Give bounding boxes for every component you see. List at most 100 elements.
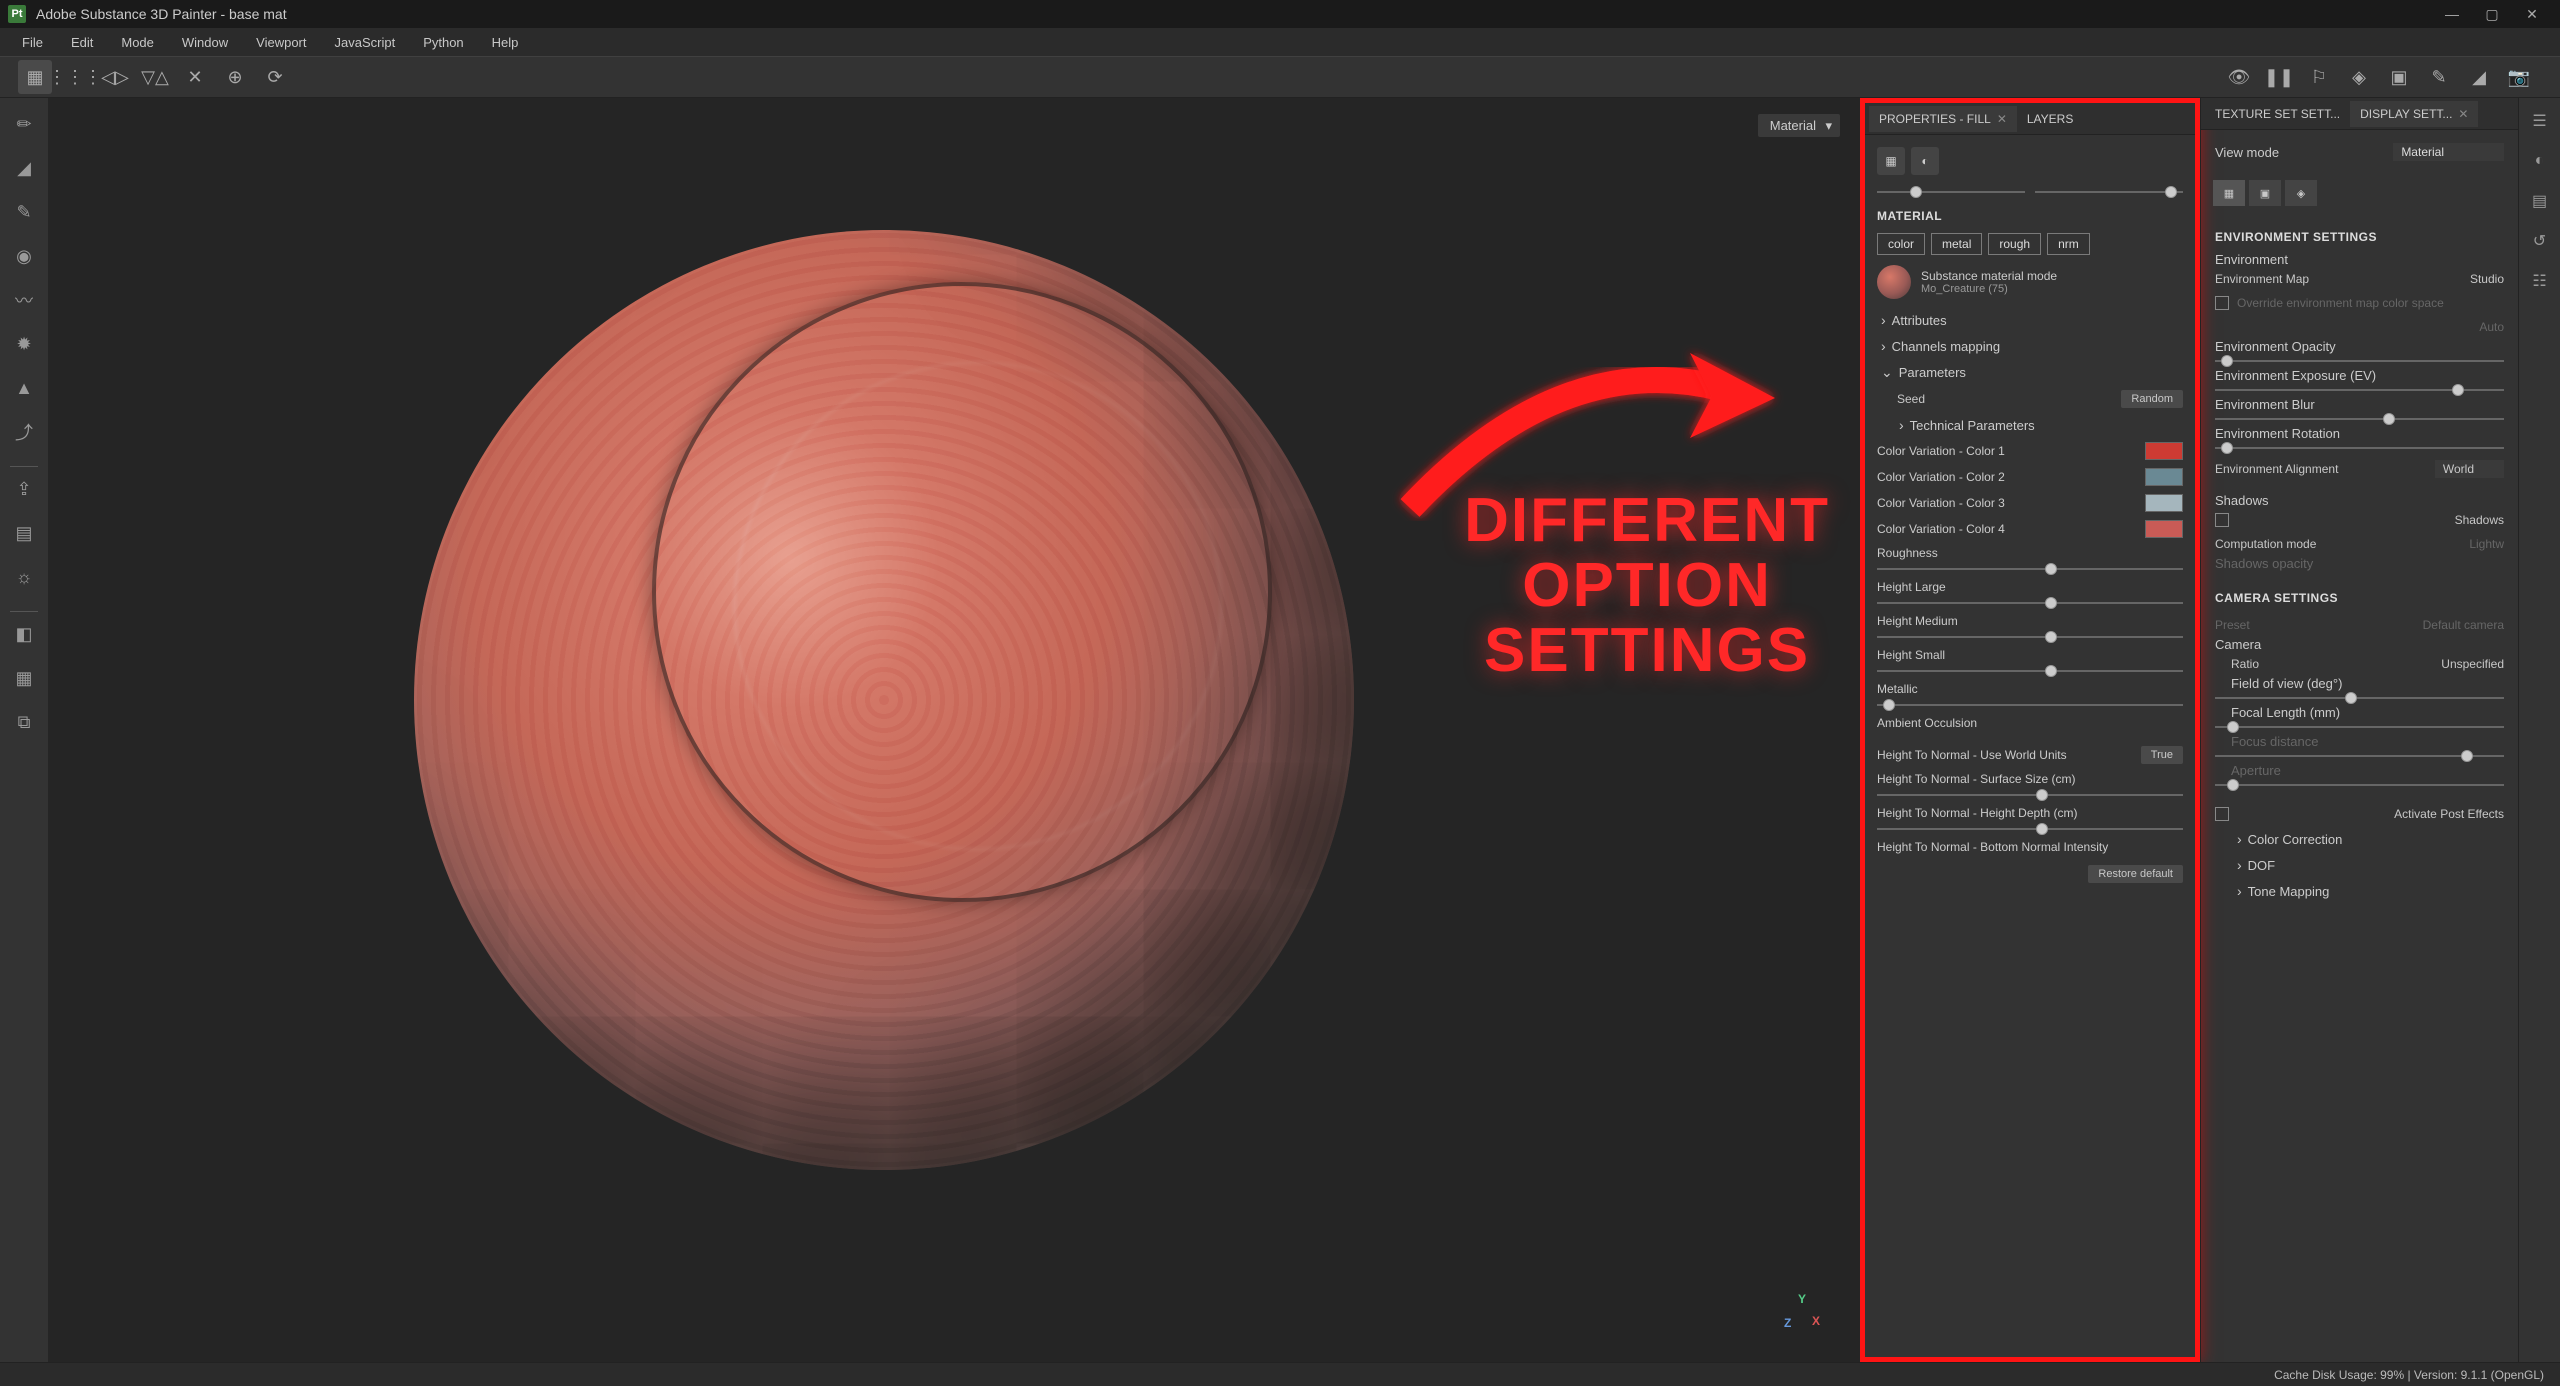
- close-icon[interactable]: ✕: [1997, 112, 2007, 126]
- channel-metal[interactable]: metal: [1931, 233, 1982, 255]
- height-small-slider[interactable]: [1877, 664, 2183, 678]
- rail-history-icon[interactable]: ↺: [2527, 228, 2553, 254]
- menu-edit[interactable]: Edit: [57, 31, 107, 54]
- tab-layers[interactable]: LAYERS: [2017, 106, 2083, 132]
- material-row[interactable]: Substance material mode Mo_Creature (75): [1877, 265, 2183, 299]
- smudge-icon[interactable]: 〰: [8, 284, 40, 316]
- toolbar-bake-icon[interactable]: ◢: [2462, 60, 2496, 94]
- env-alignment-value[interactable]: World: [2435, 460, 2504, 478]
- menu-file[interactable]: File: [8, 31, 57, 54]
- window-close[interactable]: ✕: [2512, 6, 2552, 23]
- path-icon[interactable]: ⤴: [8, 416, 40, 448]
- color-swatch-2[interactable]: [2145, 468, 2183, 486]
- display-sub-camera-icon[interactable]: ▣: [2249, 180, 2281, 206]
- tree-dof[interactable]: DOF: [2215, 852, 2504, 878]
- menu-javascript[interactable]: JavaScript: [320, 31, 409, 54]
- scale-slider[interactable]: [1877, 185, 2025, 199]
- view-mode-value[interactable]: Material: [2393, 143, 2504, 161]
- shadows-checkbox[interactable]: [2215, 513, 2229, 527]
- mode-projection-icon[interactable]: ▦: [1877, 147, 1905, 175]
- toolbar-flag-icon[interactable]: ⚐: [2302, 60, 2336, 94]
- link-icon[interactable]: ⧉: [8, 706, 40, 738]
- htn-depth-slider[interactable]: [1877, 822, 2183, 836]
- tree-tone-mapping[interactable]: Tone Mapping: [2215, 878, 2504, 904]
- viewport-mode-dropdown[interactable]: Material: [1758, 114, 1840, 137]
- channel-nrm[interactable]: nrm: [2047, 233, 2090, 255]
- window-maximize[interactable]: ▢: [2472, 6, 2512, 23]
- offset-slider[interactable]: [2035, 185, 2183, 199]
- tree-technical-parameters[interactable]: Technical Parameters: [1877, 412, 2183, 438]
- htn-surface-slider[interactable]: [1877, 788, 2183, 802]
- menu-window[interactable]: Window: [168, 31, 242, 54]
- upload-icon[interactable]: ⇪: [8, 473, 40, 505]
- display-sub-env-icon[interactable]: ▦: [2213, 180, 2245, 206]
- rail-layers-icon[interactable]: ▤: [2527, 188, 2553, 214]
- preset-value[interactable]: Default camera: [2423, 618, 2504, 632]
- fov-slider[interactable]: [2215, 691, 2504, 705]
- tree-color-correction[interactable]: Color Correction: [2215, 826, 2504, 852]
- rail-list-icon[interactable]: ☰: [2527, 108, 2553, 134]
- env-opacity-slider[interactable]: [2215, 354, 2504, 368]
- toolbar-refresh[interactable]: ⟳: [258, 60, 292, 94]
- toolbar-tools-icon[interactable]: ✎: [2422, 60, 2456, 94]
- override-checkbox[interactable]: [2215, 296, 2229, 310]
- menu-help[interactable]: Help: [478, 31, 533, 54]
- color-swatch-3[interactable]: [2145, 494, 2183, 512]
- post-effects-checkbox[interactable]: [2215, 807, 2229, 821]
- menu-mode[interactable]: Mode: [107, 31, 168, 54]
- color-swatch-1[interactable]: [2145, 442, 2183, 460]
- toolbar-grid[interactable]: ⋮⋮⋮: [58, 60, 92, 94]
- polygon-fill-icon[interactable]: ◉: [8, 240, 40, 272]
- menu-viewport[interactable]: Viewport: [242, 31, 320, 54]
- window-minimize[interactable]: —: [2432, 6, 2472, 22]
- tab-texture-set-settings[interactable]: TEXTURE SET SETT...: [2205, 101, 2350, 127]
- toolbar-camera-icon[interactable]: ▣: [2382, 60, 2416, 94]
- projection-icon[interactable]: ✎: [8, 196, 40, 228]
- toolbar-visibility-icon[interactable]: 👁: [2222, 60, 2256, 94]
- env-map-value[interactable]: Studio: [2470, 272, 2504, 286]
- material-icon[interactable]: ▲: [8, 372, 40, 404]
- toolbar-pause-icon[interactable]: ❚❚: [2262, 60, 2296, 94]
- close-icon[interactable]: ✕: [2458, 107, 2468, 121]
- 3d-viewport[interactable]: Material Y X Z DIFFERENTOPTIONSETTINGS: [48, 98, 1860, 1362]
- toolbar-add[interactable]: ⊕: [218, 60, 252, 94]
- channel-rough[interactable]: rough: [1988, 233, 2041, 255]
- env-rotation-slider[interactable]: [2215, 441, 2504, 455]
- tree-channels-mapping[interactable]: Channels mapping: [1877, 333, 2183, 359]
- focus-slider[interactable]: [2215, 749, 2504, 763]
- axis-gizmo[interactable]: Y X Z: [1784, 1292, 1824, 1332]
- eraser-icon[interactable]: ◢: [8, 152, 40, 184]
- roughness-slider[interactable]: [1877, 562, 2183, 576]
- metallic-slider[interactable]: [1877, 698, 2183, 712]
- toolbar-cube-icon[interactable]: ◈: [2342, 60, 2376, 94]
- color-picker-icon[interactable]: ◧: [8, 618, 40, 650]
- rail-globe-icon[interactable]: ◐: [2527, 148, 2553, 174]
- color-swatch-4[interactable]: [2145, 520, 2183, 538]
- tab-display-settings[interactable]: DISPLAY SETT...✕: [2350, 101, 2478, 127]
- focal-slider[interactable]: [2215, 720, 2504, 734]
- height-medium-slider[interactable]: [1877, 630, 2183, 644]
- height-large-slider[interactable]: [1877, 596, 2183, 610]
- display-sub-viewport-icon[interactable]: ◈: [2285, 180, 2317, 206]
- toolbar-mirror-v[interactable]: ▽△: [138, 60, 172, 94]
- htn-world-value[interactable]: True: [2141, 746, 2183, 764]
- restore-default-button[interactable]: Restore default: [2088, 865, 2183, 883]
- aperture-slider[interactable]: [2215, 778, 2504, 792]
- library-icon[interactable]: ▦: [8, 662, 40, 694]
- layers-icon[interactable]: ▤: [8, 517, 40, 549]
- menu-python[interactable]: Python: [409, 31, 477, 54]
- env-exposure-slider[interactable]: [2215, 383, 2504, 397]
- clone-icon[interactable]: ✹: [8, 328, 40, 360]
- toolbar-axis[interactable]: ✕: [178, 60, 212, 94]
- toolbar-mirror-h[interactable]: ◁▷: [98, 60, 132, 94]
- toolbar-screenshot-icon[interactable]: 📷: [2502, 60, 2536, 94]
- tab-properties-fill[interactable]: PROPERTIES - FILL✕: [1869, 106, 2017, 132]
- toolbar-selection-marquee[interactable]: ▦: [18, 60, 52, 94]
- rail-log-icon[interactable]: ☷: [2527, 268, 2553, 294]
- mode-uv-icon[interactable]: ◐: [1911, 147, 1939, 175]
- paint-brush-icon[interactable]: ✏: [8, 108, 40, 140]
- channel-color[interactable]: color: [1877, 233, 1925, 255]
- env-blur-slider[interactable]: [2215, 412, 2504, 426]
- tree-attributes[interactable]: Attributes: [1877, 307, 2183, 333]
- seed-random-button[interactable]: Random: [2121, 390, 2183, 408]
